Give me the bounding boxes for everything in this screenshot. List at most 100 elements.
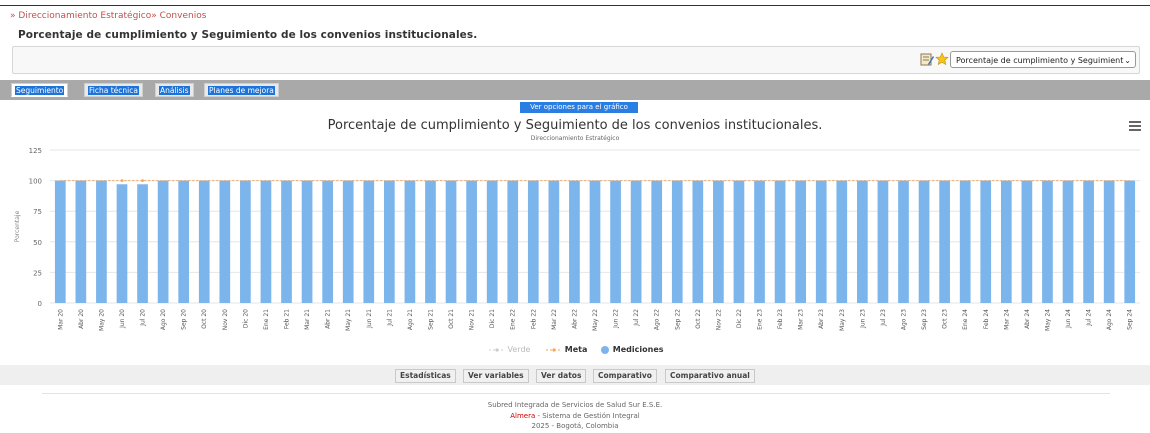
bar bbox=[980, 180, 992, 303]
y-tick-label: 75 bbox=[33, 208, 42, 216]
legend-item-verde[interactable]: Verde bbox=[489, 344, 530, 356]
bar bbox=[363, 180, 375, 303]
tab-ficha-tecnica[interactable]: Ficha técnica bbox=[84, 83, 143, 97]
legend-label-meta: Meta bbox=[564, 345, 588, 354]
ver-datos-button[interactable]: Ver datos bbox=[536, 369, 587, 383]
x-tick-label: Abr 24 bbox=[1024, 309, 1031, 329]
tab-seguimiento[interactable]: Seguimiento bbox=[11, 83, 69, 97]
bar bbox=[733, 180, 745, 303]
bar bbox=[116, 184, 128, 303]
bar bbox=[918, 180, 930, 303]
y-tick-label: 0 bbox=[38, 300, 42, 308]
page-title: Porcentaje de cumplimiento y Seguimiento… bbox=[18, 29, 478, 41]
chart-options-button[interactable]: Ver opciones para el gráfico bbox=[520, 102, 638, 113]
bar bbox=[795, 180, 807, 303]
footer-system-text: - Sistema de Gestión Integral bbox=[535, 411, 640, 420]
chart-legend: Verde Meta Mediciones bbox=[0, 344, 1150, 356]
hamburger-menu-icon[interactable] bbox=[1129, 121, 1141, 133]
bar bbox=[219, 180, 231, 303]
bar bbox=[96, 180, 107, 303]
tab-planes-de-mejora[interactable]: Planes de mejora bbox=[204, 83, 279, 97]
tab-label: Ficha técnica bbox=[88, 86, 139, 95]
bar bbox=[548, 180, 560, 303]
bar bbox=[54, 180, 66, 303]
x-tick-label: May 20 bbox=[98, 309, 105, 331]
bar bbox=[713, 180, 724, 303]
tab-analisis[interactable]: Análisis bbox=[155, 83, 194, 97]
x-tick-label: May 24 bbox=[1044, 309, 1051, 331]
x-tick-label: Mar 21 bbox=[304, 309, 311, 330]
star-icon[interactable] bbox=[935, 52, 949, 66]
x-tick-label: Jul 20 bbox=[140, 309, 147, 327]
x-tick-label: Sep 21 bbox=[427, 309, 434, 330]
comparativo-button[interactable]: Comparativo bbox=[593, 369, 657, 383]
chart-plot: 0 25 50 75 100 125 Porcentaje Mar 20 Abr 20 May 2… bbox=[14, 147, 1140, 331]
bar bbox=[630, 180, 642, 303]
x-tick-label: Sep 22 bbox=[674, 309, 681, 330]
footer-organization: Subred Integrada de Servicios de Salud S… bbox=[487, 401, 663, 409]
x-tick-label: Jun 21 bbox=[366, 309, 373, 329]
x-tick-label: Ago 23 bbox=[900, 309, 907, 330]
footer: Subred Integrada de Servicios de Salud S… bbox=[0, 400, 1150, 432]
x-tick-label: Feb 24 bbox=[983, 309, 990, 329]
x-tick-label: Ene 24 bbox=[962, 309, 969, 330]
x-tick-label: Mar 24 bbox=[1003, 309, 1010, 330]
y-tick-label: 25 bbox=[33, 269, 42, 277]
comparativo-anual-button[interactable]: Comparativo anual bbox=[665, 369, 755, 383]
bar bbox=[445, 180, 457, 303]
y-tick-label: 50 bbox=[33, 239, 42, 247]
x-tick-label: Jul 23 bbox=[880, 309, 887, 327]
bar bbox=[425, 180, 436, 303]
x-tick-label: Ene 23 bbox=[757, 309, 764, 330]
bar bbox=[1021, 180, 1033, 303]
chevron-down-icon: ⌄ bbox=[1124, 56, 1131, 65]
bar bbox=[857, 180, 868, 303]
ver-variables-button[interactable]: Ver variables bbox=[463, 369, 529, 383]
bar bbox=[507, 180, 519, 303]
x-tick-label: Mar 22 bbox=[551, 309, 558, 330]
legend-label-mediciones: Mediciones bbox=[612, 345, 664, 354]
x-tick-label: Ago 24 bbox=[1106, 309, 1113, 330]
footer-brand-link[interactable]: Almera bbox=[510, 412, 535, 420]
bar bbox=[877, 180, 889, 303]
legend-item-mediciones[interactable]: Mediciones bbox=[600, 344, 664, 356]
meta-point bbox=[120, 179, 124, 182]
legend-line-verde-icon bbox=[489, 347, 505, 352]
x-tick-label: Ago 22 bbox=[654, 309, 661, 330]
indicator-select-value: Porcentaje de cumplimiento y Seguimient bbox=[956, 56, 1124, 65]
bar bbox=[671, 180, 683, 303]
bar bbox=[692, 180, 704, 303]
x-tick-label: Ago 21 bbox=[407, 309, 414, 330]
notepad-icon[interactable] bbox=[920, 52, 934, 66]
bar bbox=[1042, 180, 1053, 303]
chart-title: Porcentaje de cumplimiento y Seguimiento… bbox=[327, 118, 823, 133]
breadcrumb: » Direccionamiento Estratégico» Convenio… bbox=[10, 11, 206, 21]
x-tick-label: Sep 23 bbox=[921, 309, 928, 330]
indicator-select[interactable]: Porcentaje de cumplimiento y Seguimient … bbox=[950, 51, 1136, 68]
footer-system: Almera - Sistema de Gestión Integral bbox=[0, 411, 1150, 422]
bar bbox=[1083, 180, 1094, 303]
x-tick-label: Nov 22 bbox=[715, 309, 722, 330]
bar bbox=[342, 180, 354, 303]
x-tick-label: Sep 20 bbox=[181, 309, 188, 330]
breadcrumb-prefix: » bbox=[10, 11, 16, 21]
y-tick-label: 100 bbox=[29, 178, 42, 186]
top-border bbox=[0, 5, 1150, 6]
bar bbox=[939, 180, 950, 303]
legend-item-meta[interactable]: Meta bbox=[546, 344, 587, 356]
x-tick-label: Jul 24 bbox=[1086, 309, 1093, 327]
bar bbox=[898, 180, 909, 303]
legend-line-meta-icon bbox=[546, 347, 562, 352]
x-tick-label: Dic 21 bbox=[489, 309, 496, 328]
bar bbox=[1062, 180, 1074, 303]
x-tick-label: Jul 22 bbox=[633, 309, 640, 327]
breadcrumb-separator: » bbox=[151, 11, 157, 21]
breadcrumb-item-convenios[interactable]: Convenios bbox=[160, 11, 207, 21]
x-tick-label: Oct 21 bbox=[448, 309, 455, 329]
x-tick-label: Oct 23 bbox=[942, 309, 949, 329]
estadisticas-button[interactable]: Estadísticas bbox=[395, 369, 456, 383]
x-tick-label: May 21 bbox=[345, 309, 352, 331]
bar bbox=[1124, 180, 1136, 303]
breadcrumb-item-direccionamiento[interactable]: Direccionamiento Estratégico bbox=[18, 11, 151, 21]
x-tick-label: Mar 20 bbox=[57, 309, 64, 330]
